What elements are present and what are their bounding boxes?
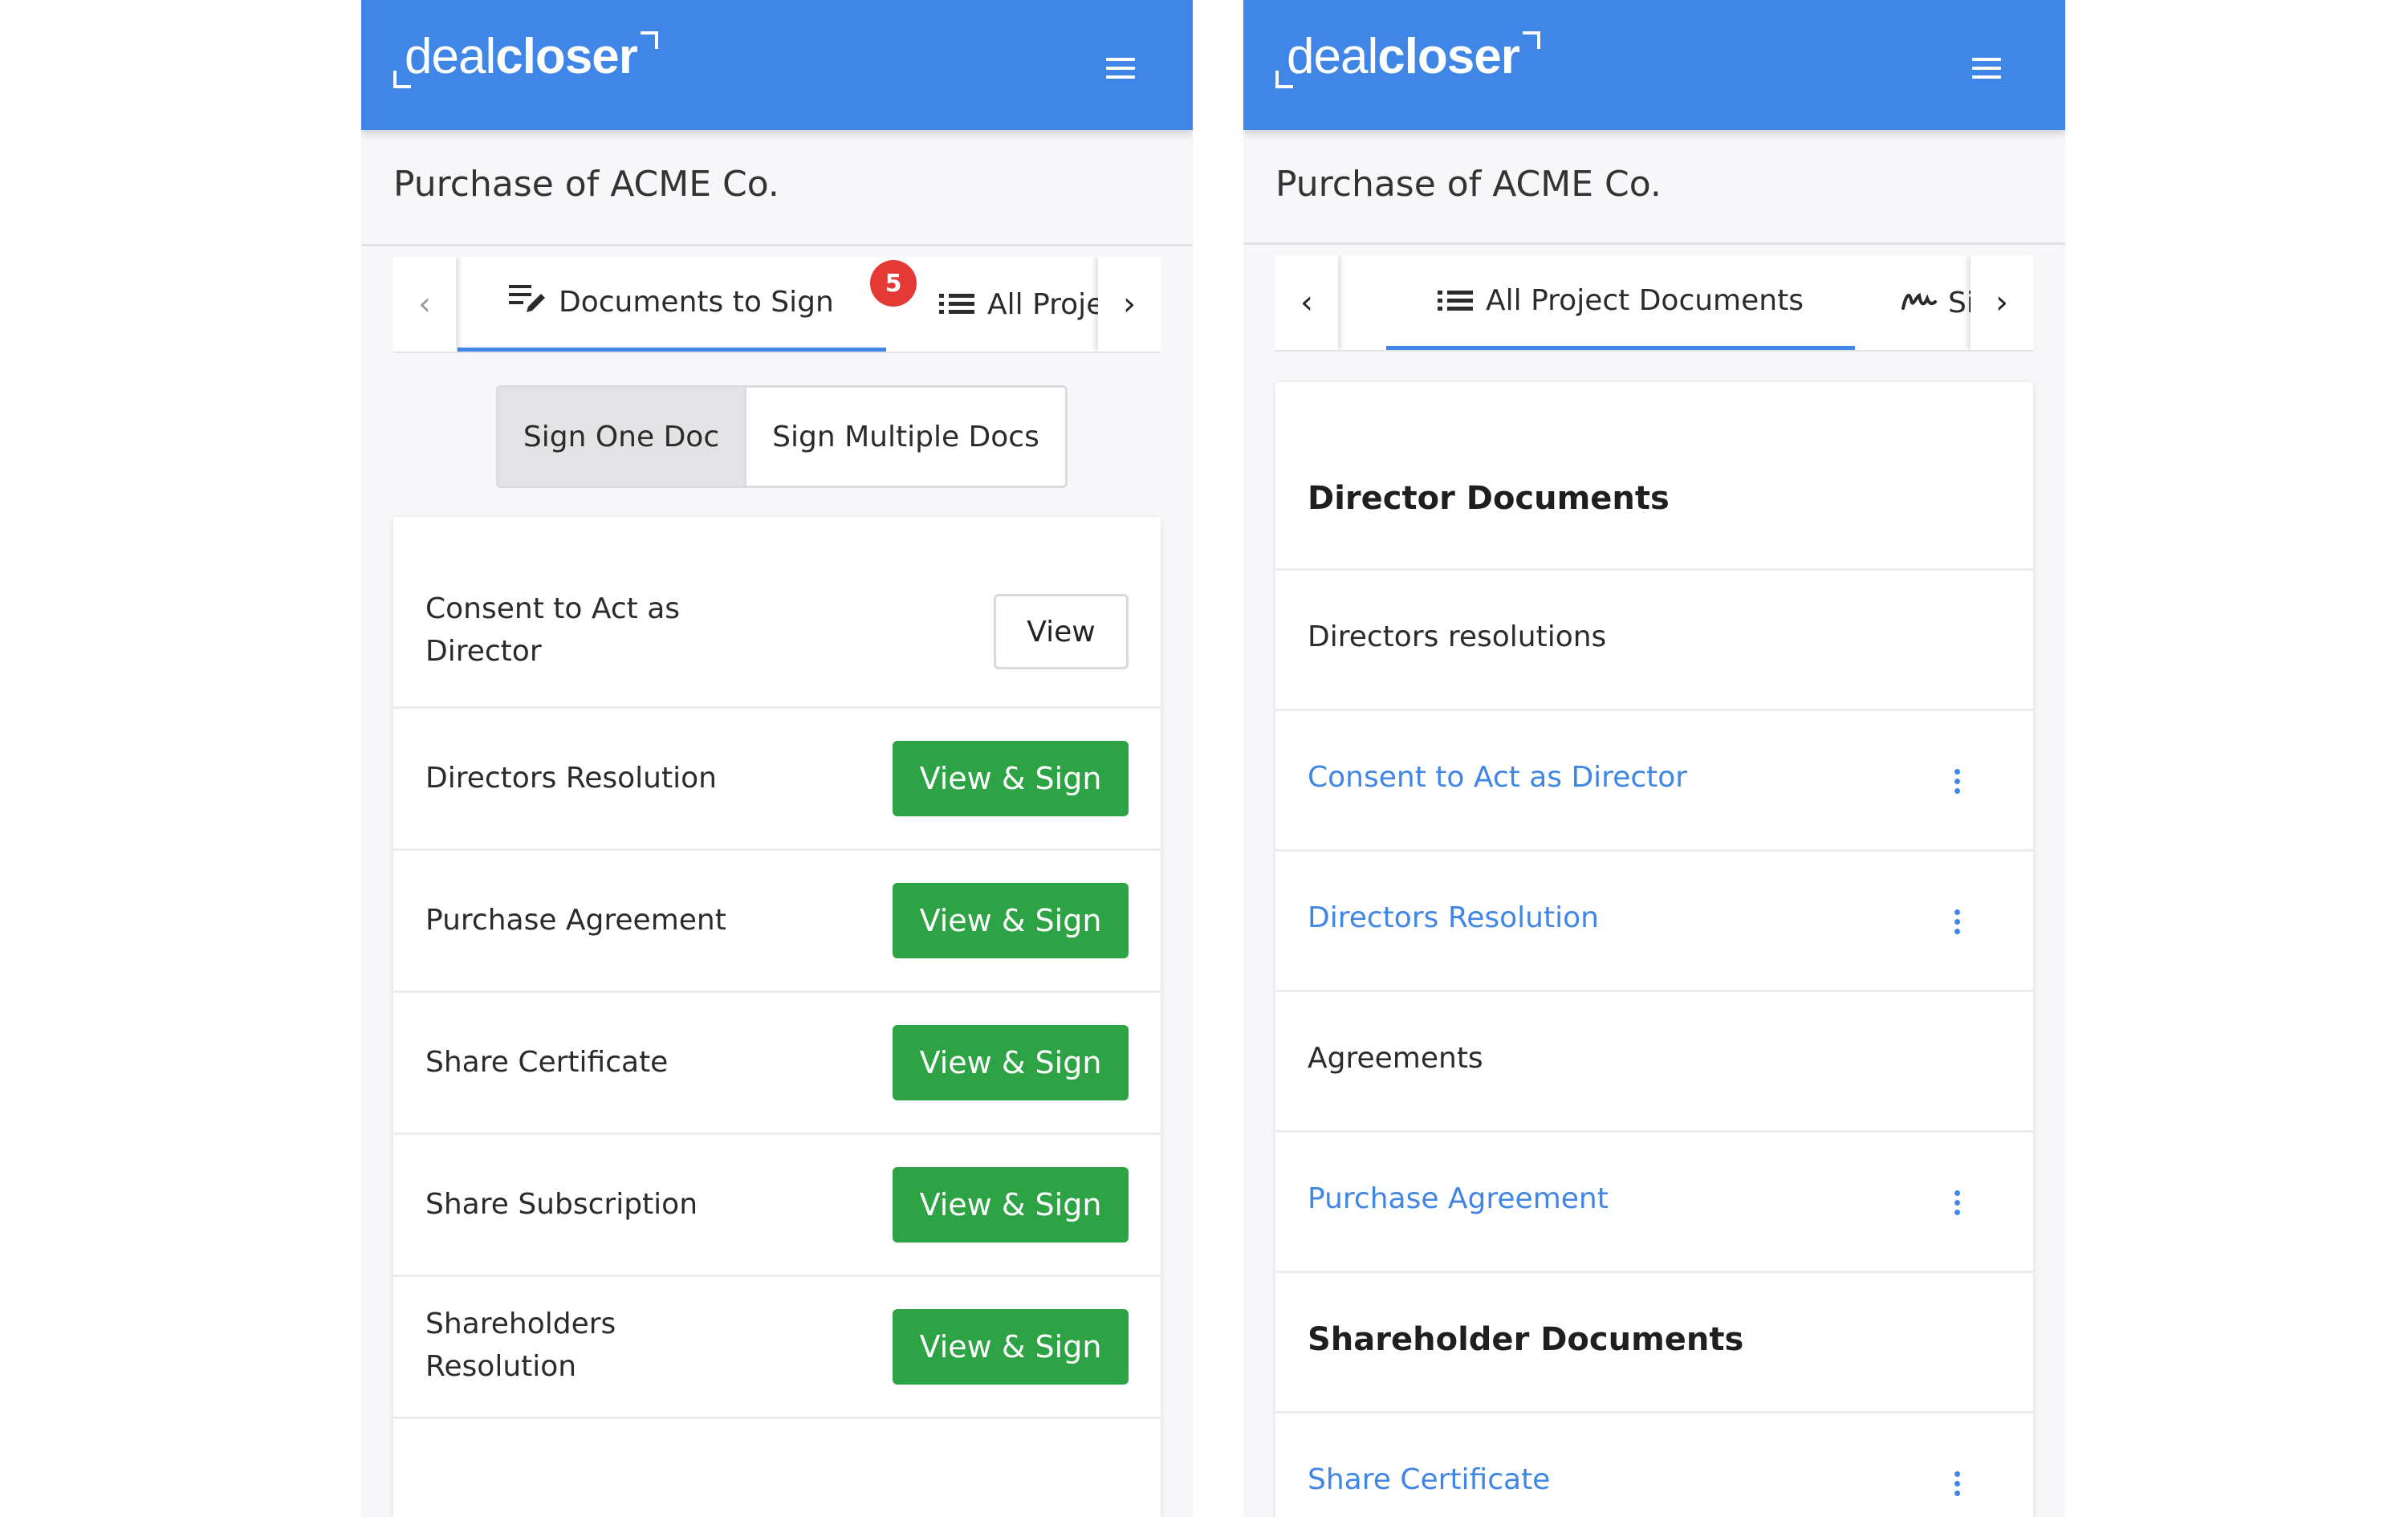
document-link[interactable]: Share Certificate bbox=[1308, 1463, 1550, 1496]
view-button[interactable]: View bbox=[994, 594, 1129, 669]
document-name-line: Resolution bbox=[425, 1350, 577, 1383]
sign-mode-toggle: Sign One Doc Sign Multiple Docs bbox=[496, 385, 1068, 488]
more-options-icon[interactable] bbox=[1953, 1190, 1961, 1218]
logo-light-text: deal bbox=[405, 29, 496, 84]
view-and-sign-button[interactable]: View & Sign bbox=[893, 1309, 1129, 1385]
section-header-row: Director Documents bbox=[1275, 382, 2033, 571]
document-link[interactable]: Purchase Agreement bbox=[1308, 1182, 1609, 1215]
document-name-line: Shareholders bbox=[425, 1308, 616, 1340]
tab-label: All Proje bbox=[987, 287, 1104, 321]
list-item: Purchase Agreement bbox=[1275, 1133, 2033, 1273]
view-and-sign-button[interactable]: View & Sign bbox=[893, 741, 1129, 816]
tab-scroll-left-button[interactable]: ‹ bbox=[1275, 255, 1338, 350]
tab-label: Documents to Sign bbox=[559, 286, 834, 319]
app-bar: dealcloser bbox=[361, 0, 1193, 130]
tab-documents-to-sign[interactable]: Documents to Sign bbox=[458, 257, 886, 352]
folder-row: Directors resolutions bbox=[1275, 571, 2033, 711]
director-documents-heading: Director Documents bbox=[1308, 480, 1670, 517]
documents-card: Consent to Act as Director View Director… bbox=[393, 517, 1161, 1517]
view-and-sign-button[interactable]: View & Sign bbox=[893, 1167, 1129, 1242]
tab-signatures[interactable]: Si bbox=[1902, 255, 1975, 350]
document-name-line: Director bbox=[425, 635, 542, 668]
list-item: Share Certificate View & Sign bbox=[393, 993, 1161, 1135]
document-name: Share Subscription bbox=[425, 1188, 698, 1221]
left-screen: dealcloser Purchase of ACME Co. ‹ Docume… bbox=[361, 0, 1193, 1517]
tab-bar: ‹ All Project Documents Si › bbox=[1275, 255, 2033, 352]
folder-label: Agreements bbox=[1308, 1042, 1483, 1075]
sign-multiple-docs-button[interactable]: Sign Multiple Docs bbox=[746, 388, 1065, 486]
document-link[interactable]: Directors Resolution bbox=[1308, 901, 1599, 934]
logo-corner-mark bbox=[640, 31, 658, 49]
hamburger-menu-icon[interactable] bbox=[1972, 58, 2001, 80]
document-name: Consent to Act as Director bbox=[425, 588, 680, 673]
shareholder-documents-heading: Shareholder Documents bbox=[1308, 1321, 1744, 1358]
page-header: Purchase of ACME Co. bbox=[1243, 130, 2065, 245]
more-options-icon[interactable] bbox=[1953, 1471, 1961, 1499]
document-name: Share Certificate bbox=[425, 1046, 669, 1079]
app-bar: dealcloser bbox=[1243, 0, 2065, 130]
edit-list-icon bbox=[509, 282, 547, 323]
sign-one-doc-button[interactable]: Sign One Doc bbox=[498, 388, 746, 486]
logo-bold-text: closer bbox=[1377, 29, 1520, 84]
view-and-sign-button[interactable]: View & Sign bbox=[893, 1025, 1129, 1100]
document-name-line: Consent to Act as bbox=[425, 592, 681, 625]
page-title: Purchase of ACME Co. bbox=[393, 164, 779, 205]
list-item: Share Subscription View & Sign bbox=[393, 1135, 1161, 1277]
project-documents-card: Director Documents Directors resolutions… bbox=[1275, 382, 2033, 1517]
logo-text: dealcloser bbox=[405, 29, 658, 85]
document-link[interactable]: Consent to Act as Director bbox=[1308, 761, 1687, 794]
tab-scroll-right-button[interactable]: › bbox=[1098, 257, 1161, 352]
document-name: Purchase Agreement bbox=[425, 904, 726, 937]
list-item: Consent to Act as Director View bbox=[393, 517, 1161, 709]
logo-bold-text: closer bbox=[495, 29, 638, 84]
list-item: Directors Resolution bbox=[1275, 852, 2033, 992]
page-header: Purchase of ACME Co. bbox=[361, 130, 1193, 246]
list-icon bbox=[1438, 289, 1474, 313]
tab-scroll-left-button[interactable]: ‹ bbox=[393, 257, 456, 352]
view-and-sign-button[interactable]: View & Sign bbox=[893, 883, 1129, 958]
notification-badge: 5 bbox=[870, 260, 917, 307]
folder-row: Agreements bbox=[1275, 992, 2033, 1133]
section-header-row: Shareholder Documents bbox=[1275, 1273, 2033, 1413]
list-item: Purchase Agreement View & Sign bbox=[393, 851, 1161, 993]
more-options-icon[interactable] bbox=[1953, 909, 1961, 937]
logo-light-text: deal bbox=[1287, 29, 1378, 84]
list-icon bbox=[939, 292, 974, 316]
tab-scroll-right-button[interactable]: › bbox=[1971, 255, 2033, 350]
tab-label: All Project Documents bbox=[1486, 284, 1804, 317]
hamburger-menu-icon[interactable] bbox=[1106, 58, 1135, 80]
folder-label: Directors resolutions bbox=[1308, 620, 1607, 653]
list-item: Consent to Act as Director bbox=[1275, 711, 2033, 852]
list-item: Directors Resolution View & Sign bbox=[393, 709, 1161, 851]
list-item: Share Certificate bbox=[1275, 1413, 2033, 1517]
signature-icon bbox=[1902, 285, 1937, 320]
tab-all-project-documents[interactable]: All Proje bbox=[939, 257, 1104, 352]
document-name: Shareholders Resolution bbox=[425, 1303, 616, 1388]
list-item: Shareholders Resolution View & Sign bbox=[393, 1277, 1161, 1419]
more-options-icon[interactable] bbox=[1953, 769, 1961, 796]
tab-bar: ‹ Documents to Sign 5 All Proje › bbox=[393, 257, 1161, 353]
logo-text: dealcloser bbox=[1287, 29, 1540, 85]
page-title: Purchase of ACME Co. bbox=[1275, 164, 1662, 205]
tab-all-project-documents[interactable]: All Project Documents bbox=[1386, 255, 1855, 350]
document-name: Directors Resolution bbox=[425, 762, 717, 795]
right-screen: dealcloser Purchase of ACME Co. ‹ All Pr… bbox=[1243, 0, 2065, 1517]
logo-corner-mark bbox=[1522, 31, 1540, 49]
